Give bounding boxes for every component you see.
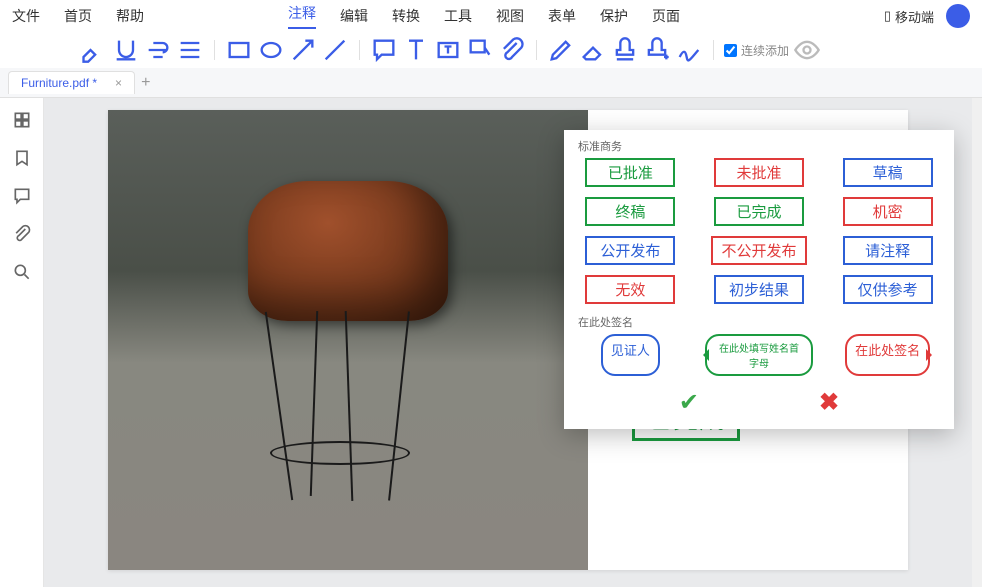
continuous-label: 连续添加 xyxy=(741,42,789,59)
add-tab-button[interactable]: + xyxy=(141,74,150,92)
search-icon[interactable] xyxy=(12,262,32,282)
chair-illustration xyxy=(198,151,498,511)
stamp-final[interactable]: 终稿 xyxy=(585,197,675,226)
underline-icon[interactable] xyxy=(112,36,140,64)
thumbnails-icon[interactable] xyxy=(12,110,32,130)
menu-convert[interactable]: 转换 xyxy=(392,6,420,26)
comments-icon[interactable] xyxy=(12,186,32,206)
signature-section-title: 在此处签名 xyxy=(578,314,942,330)
sig-initial-here[interactable]: 在此处填写姓名首字母 xyxy=(705,334,814,376)
cancel-icon[interactable]: ✖ xyxy=(819,388,839,417)
stamp-please-annotate[interactable]: 请注释 xyxy=(843,236,933,265)
separator xyxy=(713,40,714,60)
stamp-icon[interactable] xyxy=(611,36,639,64)
eraser-icon[interactable] xyxy=(579,36,607,64)
stamp-preliminary[interactable]: 初步结果 xyxy=(714,275,804,304)
menu-tools[interactable]: 工具 xyxy=(444,6,472,26)
confirm-icon[interactable]: ✔ xyxy=(679,388,699,417)
signature-icon[interactable] xyxy=(675,36,703,64)
continuous-checkbox[interactable] xyxy=(724,44,737,57)
list-icon[interactable] xyxy=(176,36,204,64)
rectangle-icon[interactable] xyxy=(225,36,253,64)
callout-icon[interactable] xyxy=(466,36,494,64)
stamp-completed[interactable]: 已完成 xyxy=(714,197,804,226)
menu-file[interactable]: 文件 xyxy=(12,6,40,26)
line-icon[interactable] xyxy=(321,36,349,64)
stamp-not-public[interactable]: 不公开发布 xyxy=(711,236,806,265)
tab-label: Furniture.pdf * xyxy=(21,76,97,90)
stamp-section-title: 标准商务 xyxy=(578,138,942,154)
textbox-icon[interactable] xyxy=(434,36,462,64)
phone-icon: ▯ xyxy=(884,8,891,24)
mobile-link[interactable]: ▯ 移动端 xyxy=(884,7,934,26)
separator xyxy=(536,40,537,60)
menu-annotate[interactable]: 注释 xyxy=(288,3,316,29)
stamp-void[interactable]: 无效 xyxy=(585,275,675,304)
arrow-icon[interactable] xyxy=(289,36,317,64)
sig-witness[interactable]: 见证人 xyxy=(601,334,660,376)
sig-sign-here[interactable]: 在此处签名 xyxy=(845,334,930,376)
menu-view[interactable]: 视图 xyxy=(496,6,524,26)
menu-edit[interactable]: 编辑 xyxy=(340,6,368,26)
attachments-icon[interactable] xyxy=(12,224,32,244)
left-sidebar xyxy=(0,98,44,587)
bookmark-icon[interactable] xyxy=(12,148,32,168)
app-logo-icon[interactable] xyxy=(946,4,970,28)
document-viewport[interactable]: INSPIRED BYTH Expland r Be indesignperso… xyxy=(44,98,972,587)
highlighter-icon[interactable] xyxy=(80,36,108,64)
stamp-draft[interactable]: 草稿 xyxy=(843,158,933,187)
mobile-label: 移动端 xyxy=(895,7,934,26)
stamp-public[interactable]: 公开发布 xyxy=(585,236,675,265)
stamp-not-approved[interactable]: 未批准 xyxy=(714,158,804,187)
stamp-approved[interactable]: 已批准 xyxy=(585,158,675,187)
menu-form[interactable]: 表单 xyxy=(548,6,576,26)
stamp-add-icon[interactable] xyxy=(643,36,671,64)
menu-home[interactable]: 首页 xyxy=(64,6,92,26)
document-tab[interactable]: Furniture.pdf * × xyxy=(8,71,135,94)
continuous-add-checkbox[interactable]: 连续添加 xyxy=(724,42,789,59)
oval-icon[interactable] xyxy=(257,36,285,64)
menu-protect[interactable]: 保护 xyxy=(600,6,628,26)
page-image xyxy=(108,110,588,570)
menu-bar: 文件 首页 帮助 注释 编辑 转换 工具 视图 表单 保护 页面 ▯ 移动端 xyxy=(0,0,982,32)
stamp-reference-only[interactable]: 仅供参考 xyxy=(843,275,933,304)
menu-help[interactable]: 帮助 xyxy=(116,6,144,26)
attachment-icon[interactable] xyxy=(498,36,526,64)
document-tab-bar: Furniture.pdf * × + xyxy=(0,68,982,98)
note-icon[interactable] xyxy=(370,36,398,64)
pencil-icon[interactable] xyxy=(547,36,575,64)
scrollbar[interactable] xyxy=(972,98,982,587)
stamp-panel: 标准商务 已批准 未批准 草稿 终稿 已完成 机密 公开发布 不公开发布 请注释… xyxy=(564,130,954,429)
eye-icon[interactable] xyxy=(793,36,821,64)
close-tab-icon[interactable]: × xyxy=(115,76,122,90)
menu-page[interactable]: 页面 xyxy=(652,6,680,26)
annotation-toolbar: 连续添加 xyxy=(0,32,982,68)
strikethrough-icon[interactable] xyxy=(144,36,172,64)
workspace: INSPIRED BYTH Expland r Be indesignperso… xyxy=(0,98,982,587)
stamp-confidential[interactable]: 机密 xyxy=(843,197,933,226)
text-icon[interactable] xyxy=(402,36,430,64)
separator xyxy=(214,40,215,60)
separator xyxy=(359,40,360,60)
